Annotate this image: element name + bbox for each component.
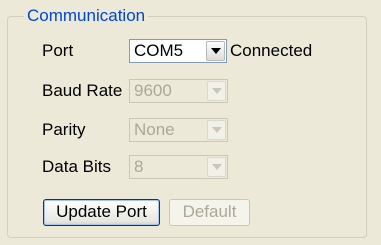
baud-rate-label: Baud Rate [42, 81, 123, 100]
data-bits-select[interactable]: 8 [129, 155, 228, 179]
parity-select-value: None [134, 120, 175, 139]
update-port-button[interactable]: Update Port [43, 199, 160, 226]
port-label: Port [42, 41, 74, 60]
port-dropdown-button[interactable] [206, 41, 225, 61]
data-bits-label: Data Bits [42, 157, 111, 176]
chevron-down-icon [212, 164, 222, 170]
port-select-value: COM5 [134, 41, 184, 60]
connection-status: Connected [230, 41, 313, 60]
parity-select[interactable]: None [129, 118, 228, 142]
parity-label: Parity [42, 120, 86, 139]
chevron-down-icon [211, 48, 221, 54]
baud-rate-dropdown-button[interactable] [207, 81, 226, 101]
chevron-down-icon [212, 127, 222, 133]
data-bits-select-value: 8 [134, 157, 144, 176]
chevron-down-icon [212, 88, 222, 94]
parity-dropdown-button[interactable] [207, 120, 226, 140]
baud-rate-select[interactable]: 9600 [129, 79, 228, 103]
port-select[interactable]: COM5 [129, 39, 227, 63]
default-button[interactable]: Default [169, 199, 250, 226]
group-title: Communication [24, 6, 149, 26]
data-bits-dropdown-button[interactable] [207, 157, 226, 177]
baud-rate-select-value: 9600 [134, 81, 172, 100]
